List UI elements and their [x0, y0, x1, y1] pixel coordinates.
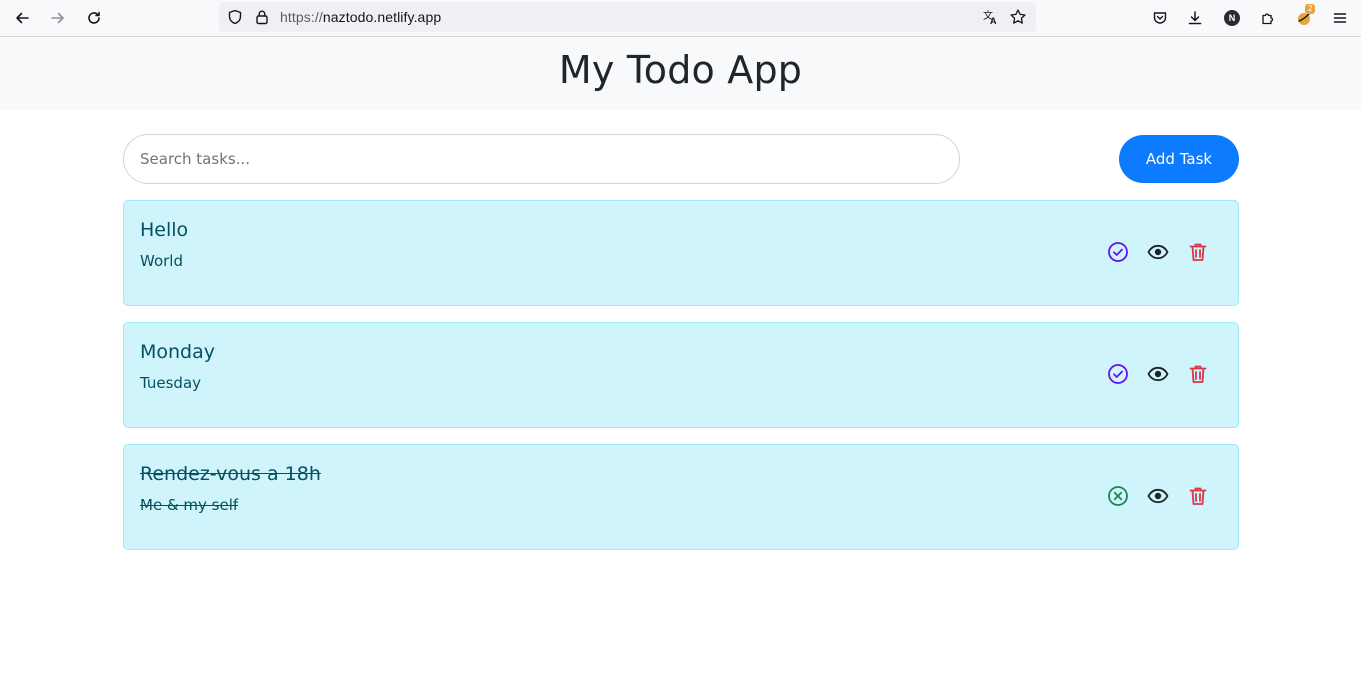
add-task-button[interactable]: Add Task [1119, 135, 1239, 183]
url-bar[interactable]: https://naztodo.netlify.app 文A [219, 2, 1036, 32]
task-card-completed: Rendez-vous a 18h Me & my self [123, 444, 1239, 550]
task-card: Hello World [123, 200, 1239, 306]
profile-avatar: N [1224, 10, 1240, 26]
check-circle-icon [1108, 364, 1128, 384]
shield-icon[interactable] [227, 9, 243, 25]
complete-task-button[interactable] [1106, 362, 1130, 386]
task-description: Me & my self [140, 496, 239, 514]
task-title: Hello [140, 219, 189, 241]
bookmark-star-icon[interactable] [1009, 8, 1027, 26]
complete-task-button[interactable] [1106, 240, 1130, 264]
task-description: Tuesday [140, 374, 202, 392]
eye-icon [1147, 366, 1169, 382]
view-task-button[interactable] [1146, 240, 1170, 264]
lock-icon[interactable] [254, 9, 270, 25]
view-task-button[interactable] [1146, 362, 1170, 386]
task-title: Rendez-vous a 18h [140, 463, 321, 485]
reload-icon [88, 11, 100, 24]
delete-task-button[interactable] [1186, 484, 1210, 508]
svg-text:A: A [990, 16, 997, 26]
hamburger-menu-icon [1333, 13, 1347, 23]
translate-icon[interactable]: 文A [982, 8, 1000, 26]
task-description: World [140, 252, 183, 270]
task-card: Monday Tuesday [123, 322, 1239, 428]
url-scheme: https:// [280, 9, 323, 25]
downloads-button[interactable] [1182, 6, 1208, 30]
task-title: Monday [140, 341, 216, 363]
back-arrow-icon [16, 12, 29, 24]
x-circle-icon [1108, 486, 1128, 506]
pocket-icon [1153, 12, 1167, 24]
back-button[interactable] [9, 6, 35, 30]
delete-task-button[interactable] [1186, 240, 1210, 264]
delete-task-button[interactable] [1186, 362, 1210, 386]
forward-arrow-icon [51, 12, 64, 24]
check-circle-icon [1108, 242, 1128, 262]
app-title: My Todo App [558, 48, 803, 92]
addon-button[interactable]: 2 [1291, 4, 1317, 30]
uncomplete-task-button[interactable] [1106, 484, 1130, 508]
notification-count: 2 [1305, 4, 1316, 14]
forward-button[interactable] [45, 6, 71, 30]
view-task-button[interactable] [1146, 484, 1170, 508]
eye-icon [1147, 244, 1169, 260]
extensions-button[interactable] [1255, 6, 1281, 30]
profile-button[interactable]: N [1219, 6, 1245, 30]
search-input[interactable] [123, 134, 960, 184]
browser-toolbar: https://naztodo.netlify.app 文A N 2 [0, 0, 1361, 37]
pocket-button[interactable] [1147, 6, 1173, 30]
puzzle-icon [1262, 13, 1274, 25]
url-host: naztodo.netlify.app [322, 9, 442, 25]
trash-icon [1189, 243, 1207, 261]
reload-button[interactable] [81, 6, 107, 30]
eye-icon [1147, 488, 1169, 504]
trash-icon [1189, 365, 1207, 383]
download-icon [1188, 11, 1202, 25]
url-text[interactable]: https://naztodo.netlify.app [280, 9, 441, 25]
menu-button[interactable] [1327, 6, 1353, 30]
trash-icon [1189, 487, 1207, 505]
